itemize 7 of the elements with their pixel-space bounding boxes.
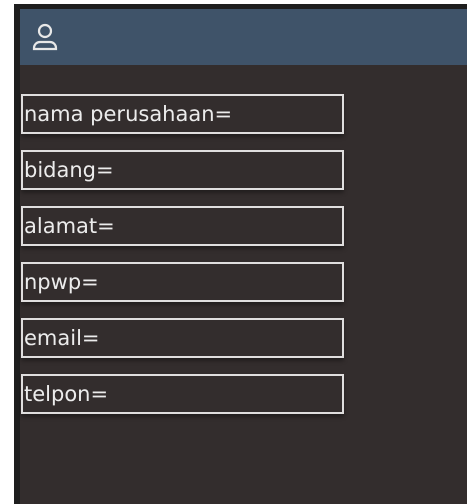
user-icon[interactable] (32, 23, 58, 51)
field-label: email= (21, 318, 344, 358)
field-label: telpon= (21, 374, 344, 414)
field-label: bidang= (21, 150, 344, 190)
field-label: alamat= (21, 206, 344, 246)
field-label: npwp= (21, 262, 344, 302)
field-label: nama perusahaan= (21, 94, 344, 134)
